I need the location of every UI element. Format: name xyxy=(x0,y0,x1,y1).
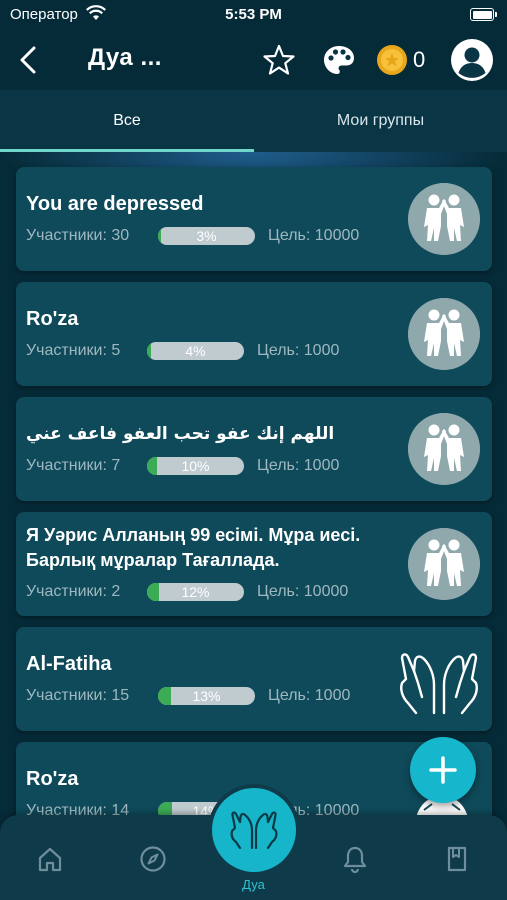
goal-label: Цель: 1000 xyxy=(268,687,351,704)
bell-icon[interactable] xyxy=(341,845,369,873)
battery-icon xyxy=(470,8,497,21)
participants-count: Участники: 5 xyxy=(26,342,121,359)
progress-bar: 10% xyxy=(147,457,244,475)
participants-count: Участники: 7 xyxy=(26,457,121,474)
page-title: Дуа ... xyxy=(88,44,162,71)
home-icon[interactable] xyxy=(36,845,64,873)
group-title: Я Уәрис Алланың 99 есімі. Мұра иесі. Бар… xyxy=(26,525,361,570)
coin-count: 0 xyxy=(413,47,426,72)
tab-my-groups[interactable]: Мои группы xyxy=(254,90,507,150)
progress-label: 3% xyxy=(196,228,217,244)
progress-bar: 4% xyxy=(147,342,244,360)
plus-icon xyxy=(429,756,457,784)
favorite-star-icon[interactable] xyxy=(262,43,296,77)
progress-bar: 13% xyxy=(158,687,255,705)
progress-bar: 3% xyxy=(158,227,255,245)
people-icon xyxy=(408,183,480,255)
group-card[interactable]: You are depressed Участники: 30 3% Цель:… xyxy=(16,167,492,271)
participants-count: Участники: 2 xyxy=(26,583,121,600)
goal-label: Цель: 1000 xyxy=(257,457,340,474)
dua-tab-label: Дуа xyxy=(242,877,265,892)
progress-label: 4% xyxy=(185,343,206,359)
goal-label: Цель: 1000 xyxy=(257,342,340,359)
profile-avatar-icon[interactable] xyxy=(450,38,494,82)
praying-hands-icon xyxy=(230,811,278,850)
group-card[interactable]: اللهم إنك عفو تحب العفو فاعف عني Участни… xyxy=(16,397,492,501)
group-title: اللهم إنك عفو تحب العفو فاعف عني xyxy=(26,424,335,444)
coin-icon[interactable] xyxy=(376,44,408,76)
status-bar: Оператор 5:53 PM xyxy=(0,0,507,30)
group-card[interactable]: Ro'za Участники: 5 4% Цель: 1000 xyxy=(16,282,492,386)
dua-tab-button[interactable] xyxy=(212,788,296,872)
add-group-button[interactable] xyxy=(410,737,476,803)
goal-label: Цель: 10000 xyxy=(257,583,349,600)
palette-icon[interactable] xyxy=(322,43,356,77)
people-icon xyxy=(408,413,480,485)
goal-label: Цель: 10000 xyxy=(268,227,360,244)
group-card[interactable]: Я Уәрис Алланың 99 есімі. Мұра иесі. Бар… xyxy=(16,512,492,616)
compass-icon[interactable] xyxy=(139,845,167,873)
participants-count: Участники: 30 xyxy=(26,227,130,244)
back-button[interactable] xyxy=(14,42,44,78)
segmented-tabs: Все Мои группы xyxy=(0,90,507,152)
book-icon[interactable] xyxy=(443,845,471,873)
praying-hands-icon xyxy=(400,653,478,715)
people-icon xyxy=(408,528,480,600)
group-title: You are depressed xyxy=(26,193,204,215)
progress-bar: 12% xyxy=(147,583,244,601)
group-card[interactable]: Al-Fatiha Участники: 15 13% Цель: 1000 xyxy=(16,627,492,731)
participants-count: Участники: 15 xyxy=(26,687,130,704)
progress-label: 12% xyxy=(181,584,210,600)
clock: 5:53 PM xyxy=(225,6,282,23)
progress-label: 13% xyxy=(192,688,221,704)
progress-label: 10% xyxy=(181,458,210,474)
group-title: Al-Fatiha xyxy=(26,653,112,675)
group-title: Ro'za xyxy=(26,768,79,790)
group-title: Ro'za xyxy=(26,308,79,330)
navigation-bar: Дуа ... 0 xyxy=(0,30,507,90)
people-icon xyxy=(408,298,480,370)
tab-all[interactable]: Все xyxy=(0,90,254,150)
